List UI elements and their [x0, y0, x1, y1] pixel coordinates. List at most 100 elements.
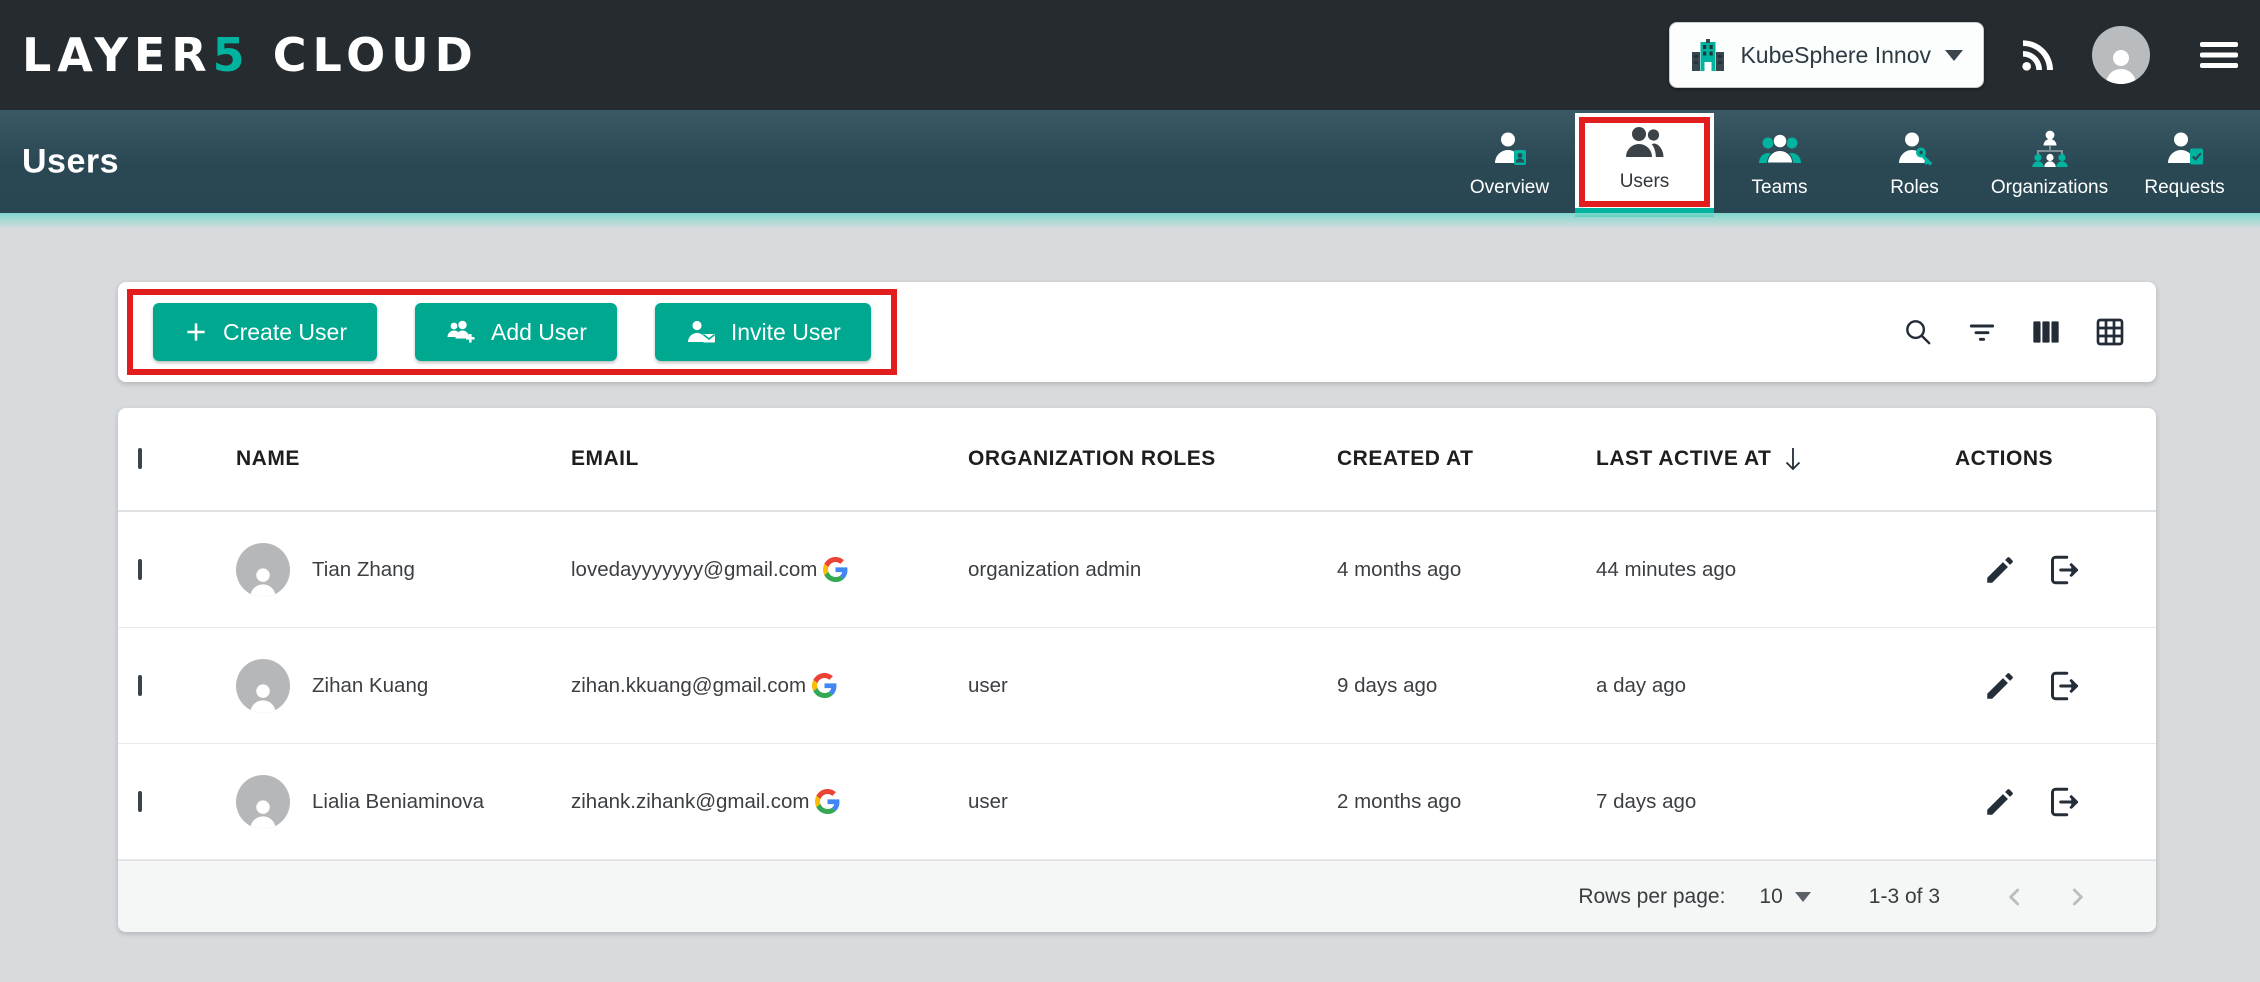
table-header-row: NAME EMAIL ORGANIZATION ROLES CREATED AT…: [118, 408, 2156, 512]
tab-requests-label: Requests: [2144, 177, 2224, 199]
user-name: Lialia Beniaminova: [312, 790, 484, 814]
grid-view-button[interactable]: [2094, 316, 2126, 348]
row-checkbox[interactable]: [138, 675, 142, 696]
tab-overview[interactable]: Overview: [1444, 117, 1575, 207]
add-user-button[interactable]: Add User: [415, 303, 617, 361]
filter-button[interactable]: [1966, 316, 1998, 348]
remove-user-button[interactable]: [2045, 784, 2081, 820]
organization-selector[interactable]: KubeSphere Innov: [1669, 22, 1984, 88]
user-org-roles: user: [968, 790, 1337, 814]
user-org-roles: organization admin: [968, 558, 1337, 582]
users-table: NAME EMAIL ORGANIZATION ROLES CREATED AT…: [118, 408, 2156, 932]
person-check-icon: [2164, 129, 2206, 169]
rss-icon: [2018, 35, 2058, 75]
table-row[interactable]: Zihan Kuang zihan.kkuang@gmail.com user …: [118, 628, 2156, 744]
tab-overview-label: Overview: [1470, 177, 1549, 199]
remove-user-button[interactable]: [2045, 668, 2081, 704]
tab-teams-label: Teams: [1752, 177, 1808, 199]
filter-icon: [1966, 316, 1998, 348]
sort-desc-arrow-icon: [1781, 446, 1805, 472]
user-name: Zihan Kuang: [312, 674, 428, 698]
tab-teams[interactable]: Teams: [1714, 117, 1845, 207]
next-page-button[interactable]: [2064, 884, 2090, 910]
user-email: zihank.zihank@gmail.com: [571, 790, 809, 814]
rows-per-page-label: Rows per page:: [1578, 885, 1725, 909]
remove-user-button[interactable]: [2045, 552, 2081, 588]
logo-layer: LAYER: [22, 28, 213, 82]
teams-icon: [1757, 129, 1803, 169]
annotation-box-user-buttons: Create User Add User Invite: [127, 289, 897, 375]
hamburger-menu-button[interactable]: [2200, 40, 2238, 70]
organization-selector-label: KubeSphere Innov: [1740, 42, 1931, 69]
search-button[interactable]: [1902, 316, 1934, 348]
invite-user-button[interactable]: Invite User: [655, 303, 871, 361]
person-badge-icon: [1489, 129, 1531, 169]
tab-organizations[interactable]: Organizations: [1984, 117, 2115, 207]
previous-page-button[interactable]: [2002, 884, 2028, 910]
tab-users[interactable]: Users: [1579, 117, 1710, 207]
column-header-email[interactable]: EMAIL: [571, 447, 968, 471]
columns-button[interactable]: [2030, 316, 2062, 348]
avatar: [236, 543, 290, 597]
google-icon: [823, 557, 848, 582]
tab-roles[interactable]: Roles: [1849, 117, 1980, 207]
tab-roles-label: Roles: [1890, 177, 1939, 199]
tab-requests[interactable]: Requests: [2119, 117, 2250, 207]
pagination-range: 1-3 of 3: [1869, 885, 1940, 909]
user-created-at: 9 days ago: [1337, 674, 1596, 698]
columns-icon: [2030, 316, 2062, 348]
group-add-icon: [445, 319, 477, 345]
avatar: [2092, 26, 2150, 84]
column-header-last-active-at[interactable]: LAST ACTIVE AT: [1596, 446, 1955, 472]
invite-user-label: Invite User: [731, 319, 841, 346]
tab-users-label: Users: [1620, 171, 1670, 193]
table-pagination: Rows per page: 10 1-3 of 3: [118, 860, 2156, 932]
navbar-glow-strip: [0, 213, 2260, 229]
column-header-created-at[interactable]: CREATED AT: [1337, 447, 1596, 471]
pencil-icon: [1983, 785, 2017, 819]
table-row[interactable]: Tian Zhang lovedayyyyyyy@gmail.com organ…: [118, 512, 2156, 628]
user-last-active-at: 7 days ago: [1596, 790, 1955, 814]
user-name: Tian Zhang: [312, 558, 415, 582]
search-icon: [1902, 316, 1934, 348]
rows-per-page-value: 10: [1759, 885, 1782, 909]
top-bar: LAYER5 CLOUD KubeSpher: [0, 0, 2260, 110]
row-checkbox[interactable]: [138, 791, 142, 812]
person-key-icon: [1894, 129, 1936, 169]
topbar-controls: KubeSphere Innov: [1669, 22, 2238, 88]
chevron-down-icon: [1945, 50, 1963, 61]
table-view-controls: [1902, 316, 2126, 348]
org-hierarchy-icon: [2028, 129, 2072, 169]
building-icon: [1690, 37, 1726, 73]
column-header-actions: ACTIONS: [1955, 447, 2156, 471]
plus-icon: [183, 319, 209, 345]
edit-user-button[interactable]: [1983, 669, 2017, 703]
users-icon: [1622, 123, 1668, 163]
chevron-right-icon: [2064, 884, 2090, 910]
rows-per-page-select[interactable]: 10: [1759, 885, 1810, 909]
user-email: zihan.kkuang@gmail.com: [571, 674, 806, 698]
row-checkbox[interactable]: [138, 559, 142, 580]
avatar: [236, 775, 290, 829]
last-active-at-label: LAST ACTIVE AT: [1596, 447, 1771, 471]
create-user-button[interactable]: Create User: [153, 303, 377, 361]
user-email: lovedayyyyyyy@gmail.com: [571, 558, 817, 582]
section-nav-bar: Users Overview: [0, 110, 2260, 213]
avatar: [236, 659, 290, 713]
google-icon: [812, 673, 837, 698]
sign-out-icon: [2045, 668, 2081, 704]
edit-user-button[interactable]: [1983, 785, 2017, 819]
table-row[interactable]: Lialia Beniaminova zihank.zihank@gmail.c…: [118, 744, 2156, 860]
select-all-checkbox[interactable]: [138, 448, 142, 469]
layer5-cloud-logo: LAYER5 CLOUD: [22, 28, 479, 82]
column-header-org-roles[interactable]: ORGANIZATION ROLES: [968, 447, 1337, 471]
person-invite-icon: [685, 319, 717, 345]
user-created-at: 2 months ago: [1337, 790, 1596, 814]
edit-user-button[interactable]: [1983, 553, 2017, 587]
column-header-name[interactable]: NAME: [236, 447, 571, 471]
user-menu-button[interactable]: [2092, 26, 2150, 84]
chevron-left-icon: [2002, 884, 2028, 910]
sign-out-icon: [2045, 784, 2081, 820]
sign-out-icon: [2045, 552, 2081, 588]
feed-button[interactable]: [2018, 35, 2058, 75]
